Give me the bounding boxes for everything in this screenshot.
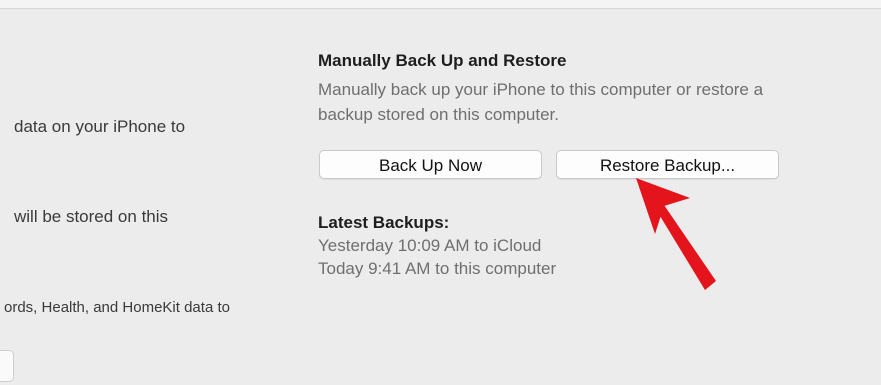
back-up-now-button[interactable]: Back Up Now: [319, 150, 542, 179]
restore-backup-button[interactable]: Restore Backup...: [556, 150, 779, 179]
backup-entry: Yesterday 10:09 AM to iCloud: [318, 236, 542, 255]
top-divider: [0, 0, 881, 9]
section-description-line: Manually back up your iPhone to this com…: [318, 80, 764, 99]
section-description-line: backup stored on this computer.: [318, 105, 559, 124]
section-description: Manually back up your iPhone to this com…: [318, 77, 881, 127]
partial-control[interactable]: [0, 350, 14, 382]
left-text-fragment: data on your iPhone to: [14, 117, 186, 136]
manual-backup-section: Manually Back Up and Restore Manually ba…: [318, 50, 881, 127]
left-text-fragment: will be stored on this: [14, 207, 169, 226]
latest-backups-title: Latest Backups:: [318, 213, 450, 232]
latest-backups: Latest Backups: Yesterday 10:09 AM to iC…: [318, 212, 556, 280]
arrow-head: [636, 178, 690, 234]
backup-entry: Today 9:41 AM to this computer: [318, 259, 557, 278]
left-text-fragment: ords, Health, and HomeKit data to: [4, 299, 230, 316]
arrow-shaft: [657, 205, 716, 290]
section-title: Manually Back Up and Restore: [318, 51, 567, 70]
